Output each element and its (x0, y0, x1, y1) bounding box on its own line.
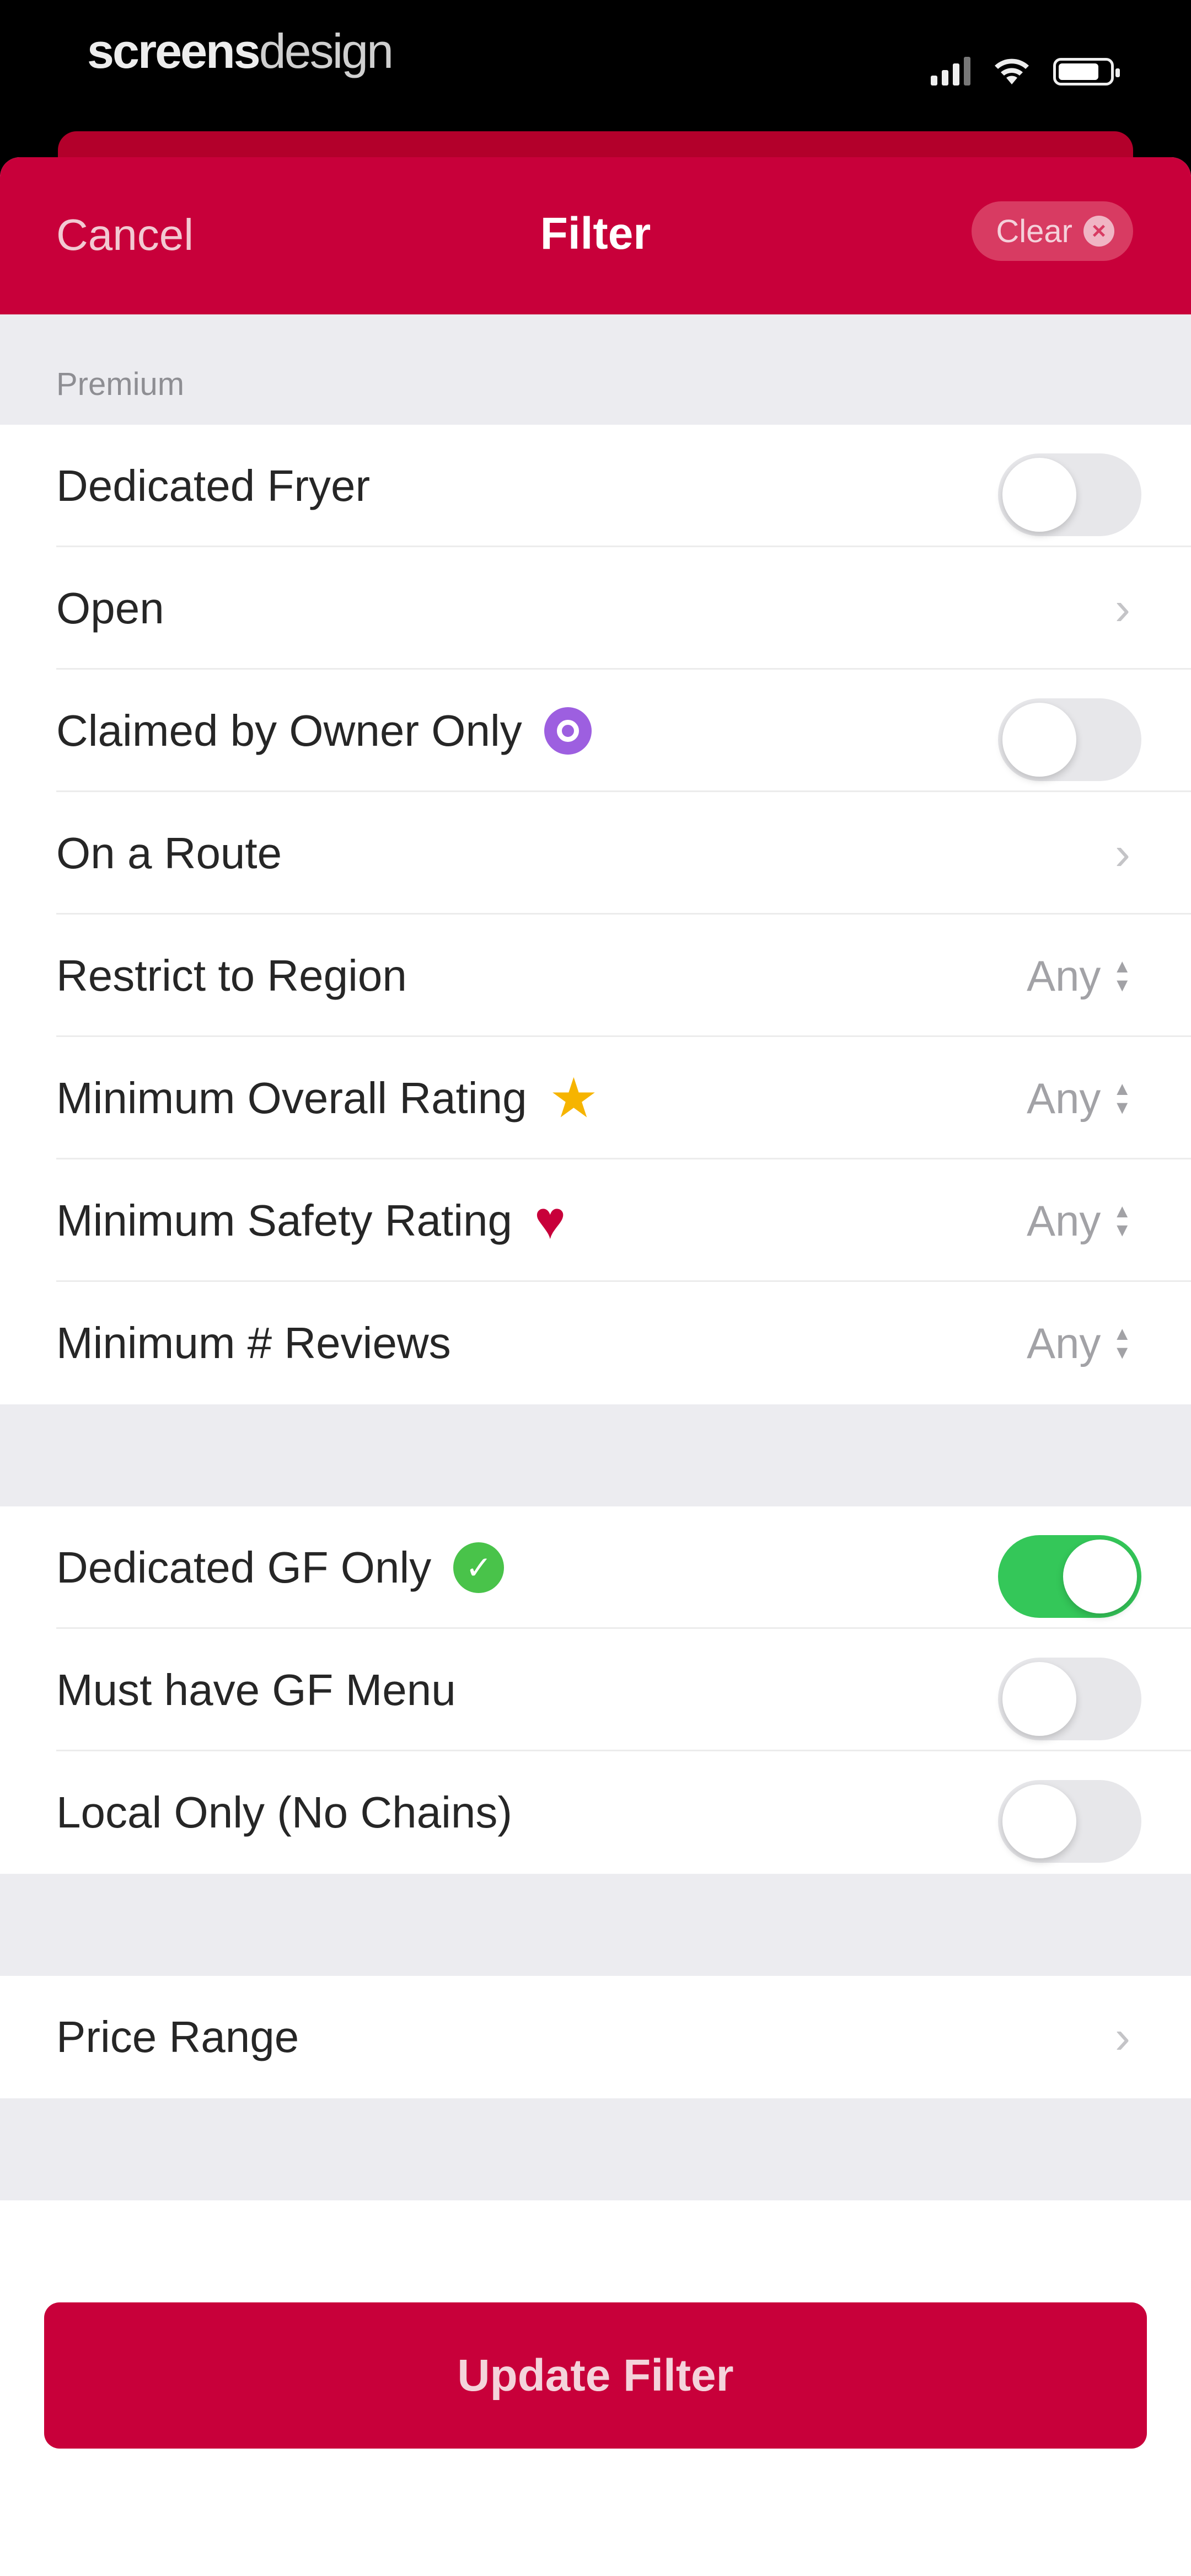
row-label: Open (56, 584, 164, 633)
star-icon: ★ (549, 1067, 599, 1129)
battery-icon (1053, 58, 1120, 85)
region-picker[interactable]: Any ▲ ▼ (1027, 915, 1131, 1037)
row-local-only: Local Only (No Chains) (0, 1751, 1191, 1874)
wifi-icon (995, 58, 1029, 84)
row-minimum-overall-rating[interactable]: Minimum Overall Rating ★ Any ▲ ▼ (0, 1037, 1191, 1159)
row-open[interactable]: Open › (0, 547, 1191, 670)
row-label-group: Minimum Overall Rating ★ (56, 1037, 598, 1159)
brand-light: design (259, 24, 394, 78)
brand-bold: screens (87, 24, 261, 78)
row-label: On a Route (56, 829, 282, 878)
brand-watermark: screensdesign (87, 23, 394, 79)
chevron-up-down-icon: ▲ ▼ (1113, 956, 1131, 996)
row-label: Minimum Safety Rating (56, 1196, 512, 1245)
clear-button-label: Clear (996, 213, 1072, 249)
row-label: Must have GF Menu (56, 1665, 456, 1714)
overall-rating-picker[interactable]: Any ▲ ▼ (1027, 1037, 1131, 1159)
clear-button[interactable]: Clear × (972, 201, 1133, 261)
row-label-group: Minimum Safety Rating ♥ (56, 1159, 566, 1282)
row-label-group: Dedicated GF Only ✓ (56, 1506, 505, 1629)
safety-rating-picker[interactable]: Any ▲ ▼ (1027, 1159, 1131, 1282)
row-minimum-reviews[interactable]: Minimum # Reviews Any ▲ ▼ (0, 1282, 1191, 1404)
chevron-up-down-icon: ▲ ▼ (1113, 1201, 1131, 1241)
local-only-toggle[interactable] (998, 1780, 1141, 1863)
gf-menu-toggle[interactable] (998, 1658, 1141, 1740)
row-dedicated-fryer: Dedicated Fryer (0, 425, 1191, 547)
dedicated-fryer-toggle[interactable] (998, 453, 1141, 536)
chevron-right-icon: › (1115, 2011, 1130, 2063)
heart-icon: ♥ (534, 1191, 566, 1250)
footer: Update Filter (0, 2200, 1191, 2576)
signal-icon (931, 57, 970, 85)
row-on-a-route[interactable]: On a Route › (0, 792, 1191, 915)
nav-bar: Cancel Filter Clear × (0, 157, 1191, 314)
section-header-premium: Premium (0, 314, 1191, 425)
row-label: Dedicated GF Only (56, 1543, 432, 1592)
claimed-by-owner-toggle[interactable] (998, 698, 1141, 781)
row-label-group: Claimed by Owner Only (56, 670, 592, 792)
dedicated-gf-only-toggle[interactable] (998, 1535, 1141, 1618)
row-price-range[interactable]: Price Range › (0, 1976, 1191, 2098)
row-label: Dedicated Fryer (56, 461, 371, 510)
x-circle-icon: × (1083, 216, 1114, 247)
row-label: Minimum Overall Rating (56, 1073, 527, 1123)
reviews-picker[interactable]: Any ▲ ▼ (1027, 1282, 1131, 1404)
row-label: Claimed by Owner Only (56, 706, 522, 755)
row-claimed-by-owner: Claimed by Owner Only (0, 670, 1191, 792)
picker-value: Any (1026, 1073, 1101, 1123)
chevron-up-down-icon: ▲ ▼ (1113, 1323, 1131, 1363)
section-separator (0, 1874, 1191, 1976)
row-label: Local Only (No Chains) (56, 1788, 512, 1837)
picker-value: Any (1026, 1318, 1101, 1367)
update-filter-button[interactable]: Update Filter (44, 2302, 1147, 2449)
picker-value: Any (1026, 951, 1101, 1000)
row-label: Price Range (56, 2012, 299, 2061)
row-restrict-region[interactable]: Restrict to Region Any ▲ ▼ (0, 915, 1191, 1037)
picker-value: Any (1026, 1196, 1101, 1245)
status-bar: screensdesign (0, 0, 1191, 132)
row-dedicated-gf-only: Dedicated GF Only ✓ (0, 1506, 1191, 1629)
row-must-have-gf-menu: Must have GF Menu (0, 1629, 1191, 1751)
row-label: Minimum # Reviews (56, 1318, 451, 1367)
section-title: Premium (56, 366, 185, 402)
green-check-icon: ✓ (453, 1542, 505, 1593)
purple-verified-icon (544, 707, 592, 755)
row-label: Restrict to Region (56, 951, 407, 1000)
row-minimum-safety-rating[interactable]: Minimum Safety Rating ♥ Any ▲ ▼ (0, 1159, 1191, 1282)
chevron-right-icon: › (1115, 827, 1130, 879)
chevron-up-down-icon: ▲ ▼ (1113, 1078, 1131, 1118)
chevron-right-icon: › (1115, 582, 1130, 634)
filter-sheet: Cancel Filter Clear × Premium Dedicated … (0, 157, 1191, 2576)
section-separator (0, 2098, 1191, 2200)
phone-screen: screensdesign Cancel Filter Clear × Prem… (0, 0, 1191, 2576)
section-separator (0, 1404, 1191, 1506)
status-icons (931, 52, 1120, 85)
